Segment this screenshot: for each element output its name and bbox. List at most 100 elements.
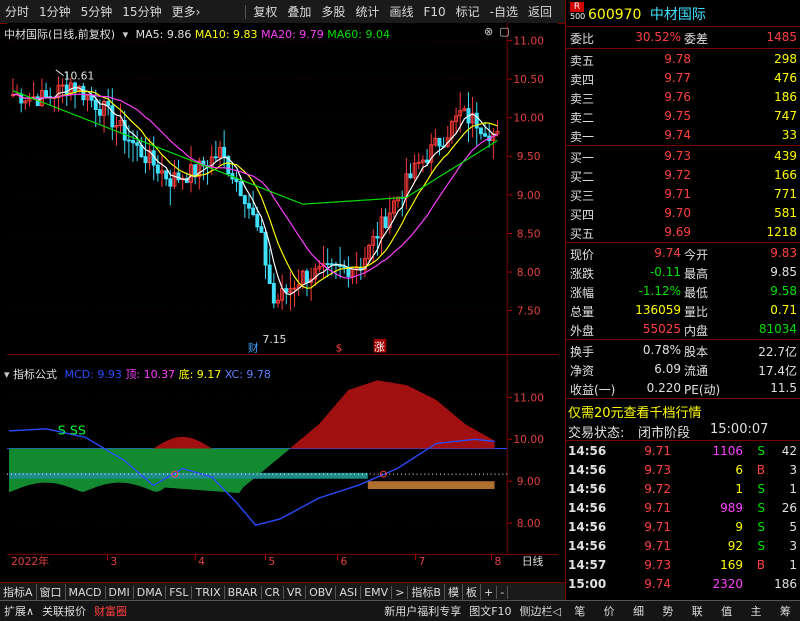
indicator-tab[interactable]: 指标B <box>408 584 445 600</box>
main-chart-title: 中材国际(日线,前复权) <box>4 28 116 41</box>
candle-body <box>131 139 135 144</box>
bid-volume: 166 <box>774 168 797 182</box>
indicator-tab[interactable]: > <box>392 585 409 599</box>
indicator-tab[interactable]: 模 <box>445 584 463 600</box>
indicator-tab[interactable]: 窗口 <box>37 584 66 600</box>
candle-body <box>255 214 260 228</box>
f10-button[interactable]: F10 <box>418 5 450 19</box>
earnings-marker-icon: 财 <box>248 342 259 355</box>
indicator-tab[interactable]: DMA <box>134 585 167 599</box>
candle-body <box>267 264 272 284</box>
indicator-tab[interactable]: 指标A <box>0 584 37 600</box>
side-panel-tab[interactable]: 势 <box>658 603 677 619</box>
tick-row: 14:56 9.71 1106 S 42 <box>566 443 800 461</box>
watchlist-button[interactable]: -自选 <box>485 3 523 20</box>
candle-body <box>97 109 102 116</box>
indicator-tab[interactable]: CR <box>262 585 284 599</box>
tick-price: 9.71 <box>644 539 671 553</box>
new-user-promo[interactable]: 新用户福利专享 <box>380 603 465 619</box>
fund-value: 17.4亿 <box>758 364 797 378</box>
side-panel-tab[interactable]: 值 <box>717 603 736 619</box>
toolbar-divider <box>245 4 247 19</box>
stat-value: 55025 <box>642 322 681 336</box>
side-panel-tab[interactable]: 笔 <box>570 603 589 619</box>
tick-count: 26 <box>781 501 797 515</box>
indicator-tab[interactable]: EMV <box>361 585 393 599</box>
weibi-label: 委比 <box>570 32 595 46</box>
ask-row: 卖五 9.78 298 <box>566 51 800 69</box>
ask-level-label: 卖四 <box>570 73 595 87</box>
indicator-tab[interactable]: TRIX <box>192 585 225 599</box>
weibi-row: 委比 30.52% 委差 1485 <box>566 29 800 47</box>
expand-button[interactable]: 扩展∧ <box>0 603 38 619</box>
indicator-tab[interactable]: VR <box>284 585 307 599</box>
price-axis-label: 8.50 <box>517 227 541 240</box>
indicator-tab[interactable]: DMI <box>106 585 134 599</box>
mark-button[interactable]: 标记 <box>451 3 485 20</box>
period-tab-15min[interactable]: 15分钟 <box>117 3 166 20</box>
ask-price: 9.77 <box>664 71 691 85</box>
tick-volume: 169 <box>720 558 743 572</box>
ask-price: 9.74 <box>664 128 691 142</box>
period-tab-1min[interactable]: 1分钟 <box>34 3 76 20</box>
f10-text-button[interactable]: 图文F10 <box>465 603 515 619</box>
ask-level-label: 卖三 <box>570 92 595 106</box>
indicator-tab[interactable]: - <box>497 585 509 599</box>
draw-line-button[interactable]: 画线 <box>384 3 418 20</box>
indicator-tab[interactable]: OBV <box>306 585 337 599</box>
stat-row: 外盘 55025 内盘 81034 <box>566 321 800 339</box>
indicator-tab[interactable]: MACD <box>66 585 106 599</box>
stock-code: 600970 <box>588 7 642 23</box>
chart-settings-icon[interactable]: ▾ <box>123 28 129 41</box>
bid-volume: 771 <box>774 187 797 201</box>
related-quotes-button[interactable]: 关联报价 <box>38 603 90 619</box>
tick-volume: 6 <box>735 463 743 477</box>
level2-promo-text[interactable]: 仅需20元查看千档行情 <box>568 402 702 421</box>
stat-label: 量比 <box>684 305 709 319</box>
period-tab-more[interactable]: 更多› <box>167 3 206 20</box>
overlay-button[interactable]: 叠加 <box>282 3 316 20</box>
tick-count: 3 <box>789 463 797 477</box>
side-panel-tab[interactable]: 联 <box>688 603 707 619</box>
fund-label: 换手 <box>570 345 595 359</box>
stock-name: 中材国际 <box>649 7 706 23</box>
kline-chart[interactable]: 11.00 10.50 10.00 9.50 9.00 8.50 8.00 7.50 11.00… <box>0 23 565 568</box>
bid-level-label: 买二 <box>570 170 595 184</box>
wealth-circle-button[interactable]: 财富圈 <box>90 603 131 619</box>
maximize-icon[interactable]: ▢ <box>499 25 509 38</box>
di-label: 底: 9.17 <box>178 368 222 381</box>
price-axis-label: 11.00 <box>513 34 544 47</box>
level2-promo[interactable]: 仅需20元查看千档行情 <box>566 401 800 421</box>
mcd-label: MCD: 9.93 <box>64 368 122 381</box>
weicha-label: 委差 <box>684 32 709 46</box>
indicator-tab[interactable]: FSL <box>166 585 193 599</box>
tick-side: B <box>756 558 765 572</box>
side-panel-tab[interactable]: 细 <box>629 603 648 619</box>
multi-stock-button[interactable]: 多股 <box>316 3 350 20</box>
indicator-menu-icon[interactable]: ▾ <box>4 368 10 381</box>
fundamental-row: 收益(一) 0.220 PE(动) 11.5 <box>566 380 800 398</box>
bid-level-label: 买三 <box>570 189 595 203</box>
side-panel-tab[interactable]: 筹 <box>776 603 795 619</box>
indicator-tab[interactable]: ASI <box>336 585 362 599</box>
indicator-tab[interactable]: + <box>481 585 498 599</box>
period-tab-fenshi[interactable]: 分时 <box>0 3 34 20</box>
di-band-teal <box>9 472 368 479</box>
adjust-button[interactable]: 复权 <box>248 3 282 20</box>
period-tab-5min[interactable]: 5分钟 <box>76 3 118 20</box>
ask-row: 卖一 9.74 33 <box>566 127 800 145</box>
candle-body <box>234 178 239 183</box>
month-label: 4 <box>198 555 205 568</box>
indicator-tab[interactable]: 板 <box>463 584 481 600</box>
statistics-button[interactable]: 统计 <box>350 3 384 20</box>
indicator-tab[interactable]: BRAR <box>225 585 262 599</box>
ask-row: 卖三 9.76 186 <box>566 89 800 107</box>
side-panel-tab[interactable]: 主 <box>746 603 765 619</box>
back-button[interactable]: 返回 <box>523 3 557 20</box>
side-panel-tab[interactable]: 价 <box>600 603 619 619</box>
candle-body <box>242 195 247 205</box>
close-icon[interactable]: ⊗ <box>484 25 493 38</box>
candle-body <box>483 133 488 137</box>
tick-volume: 1 <box>735 482 743 496</box>
sidebar-toggle-button[interactable]: 侧边栏◁ <box>516 603 565 619</box>
